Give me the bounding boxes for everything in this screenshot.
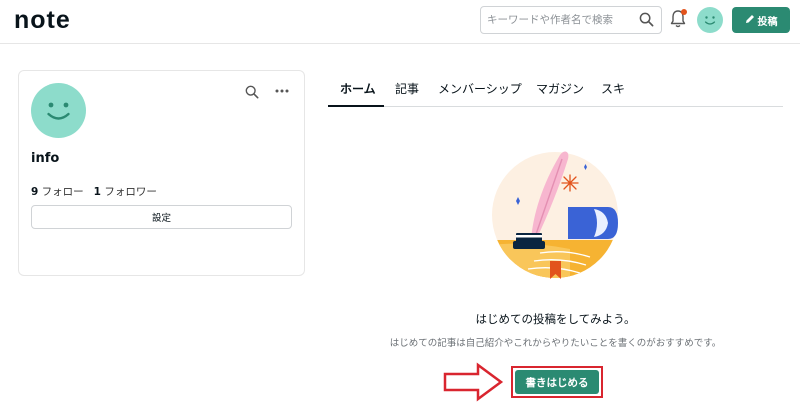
writing-illustration	[490, 145, 620, 285]
tab-membership[interactable]: メンバーシップ	[438, 80, 522, 97]
follow-stats: 9 フォロー 1 フォロワー	[31, 184, 157, 199]
user-avatar[interactable]	[697, 7, 723, 33]
note-logo[interactable]: note	[14, 6, 71, 35]
profile-search-icon[interactable]	[245, 84, 259, 103]
notification-badge	[681, 9, 687, 15]
start-writing-button[interactable]: 書きはじめる	[515, 370, 599, 394]
more-options-icon[interactable]	[274, 83, 290, 103]
active-tab-indicator	[328, 105, 384, 107]
right-arrow-icon	[442, 362, 504, 406]
top-header: note 投稿	[0, 0, 800, 44]
search-icon[interactable]	[639, 12, 654, 31]
profile-name[interactable]: info	[31, 151, 59, 166]
following-label: フォロー	[41, 186, 84, 198]
following-count: 9	[31, 186, 39, 198]
pencil-icon	[745, 14, 755, 27]
tab-likes[interactable]: スキ	[601, 80, 625, 97]
search-box[interactable]	[480, 6, 662, 34]
search-input[interactable]	[487, 11, 635, 29]
settings-button[interactable]: 設定	[31, 205, 292, 229]
followers-count: 1	[93, 186, 101, 198]
tab-articles[interactable]: 記事	[395, 80, 419, 97]
following-link[interactable]: 9 フォロー	[31, 186, 84, 198]
profile-avatar	[31, 83, 86, 138]
tab-home[interactable]: ホーム	[340, 80, 376, 97]
profile-card: info 9 フォロー 1 フォロワー 設定	[18, 70, 305, 276]
followers-link[interactable]: 1 フォロワー	[94, 186, 157, 198]
tab-magazine[interactable]: マガジン	[536, 80, 584, 97]
followers-label: フォロワー	[104, 186, 157, 198]
empty-state-subtitle: はじめての記事は自己紹介やこれからやりたいことを書くのがおすすめです。	[389, 338, 722, 349]
empty-state-title: はじめての投稿をしてみよう。	[475, 312, 636, 326]
post-button[interactable]: 投稿	[732, 7, 790, 33]
profile-tabs: ホーム 記事 メンバーシップ マガジン スキ	[328, 72, 783, 107]
post-button-label: 投稿	[757, 16, 778, 28]
